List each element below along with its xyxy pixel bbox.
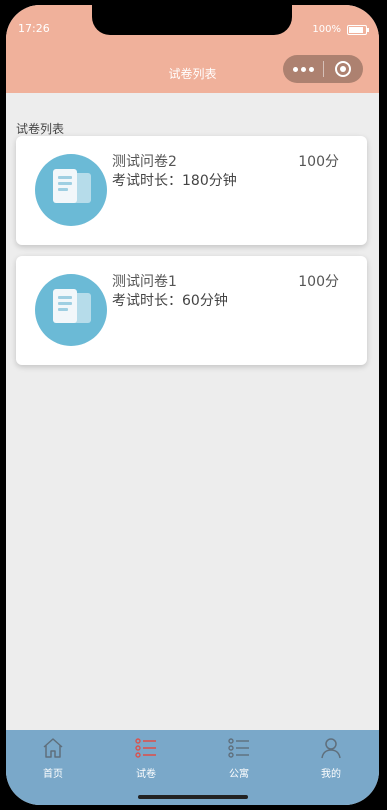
tab-label: 试卷 xyxy=(136,769,156,780)
tab-papers[interactable]: 试卷 xyxy=(106,730,186,782)
list-outline-icon xyxy=(228,738,249,758)
tab-apartment[interactable]: 公寓 xyxy=(199,730,279,782)
section-title: 试卷列表 xyxy=(16,122,65,136)
phone-screen: 17:26 100% 试卷列表 试卷列表 测试问卷2 100分 考试时长：180… xyxy=(6,5,379,805)
notch xyxy=(92,5,292,35)
document-icon xyxy=(35,274,107,346)
paper-card[interactable]: 测试问卷2 100分 考试时长：180分钟 xyxy=(16,136,367,245)
battery-percentage: 100% xyxy=(312,24,341,35)
tab-label: 公寓 xyxy=(229,769,249,780)
more-icon[interactable] xyxy=(293,67,315,72)
tab-bar: 首页 试卷 公寓 我的 xyxy=(6,730,379,805)
paper-score: 100分 xyxy=(298,154,339,170)
document-front-sheet xyxy=(53,289,77,323)
document-icon xyxy=(35,154,107,226)
status-time: 17:26 xyxy=(18,22,50,35)
list-icon xyxy=(135,738,156,758)
close-miniprogram-icon[interactable] xyxy=(335,61,351,77)
paper-score: 100分 xyxy=(298,274,339,290)
capsule-divider xyxy=(323,61,324,77)
status-bar: 17:26 100% xyxy=(6,5,379,53)
battery-icon xyxy=(347,25,369,35)
navigation-bar: 试卷列表 xyxy=(6,53,379,93)
document-front-sheet xyxy=(53,169,77,203)
paper-card[interactable]: 测试问卷1 100分 考试时长：60分钟 xyxy=(16,256,367,365)
tab-label: 我的 xyxy=(321,769,341,780)
tab-label: 首页 xyxy=(43,769,63,780)
miniprogram-capsule xyxy=(283,55,363,83)
home-icon xyxy=(43,738,63,758)
tab-profile[interactable]: 我的 xyxy=(291,730,371,782)
paper-duration: 考试时长：180分钟 xyxy=(112,173,237,189)
user-icon xyxy=(321,738,341,759)
tab-home[interactable]: 首页 xyxy=(13,730,93,782)
paper-duration: 考试时长：60分钟 xyxy=(112,293,228,309)
paper-name: 测试问卷1 xyxy=(112,274,177,290)
paper-name: 测试问卷2 xyxy=(112,154,177,170)
home-indicator xyxy=(138,795,248,799)
